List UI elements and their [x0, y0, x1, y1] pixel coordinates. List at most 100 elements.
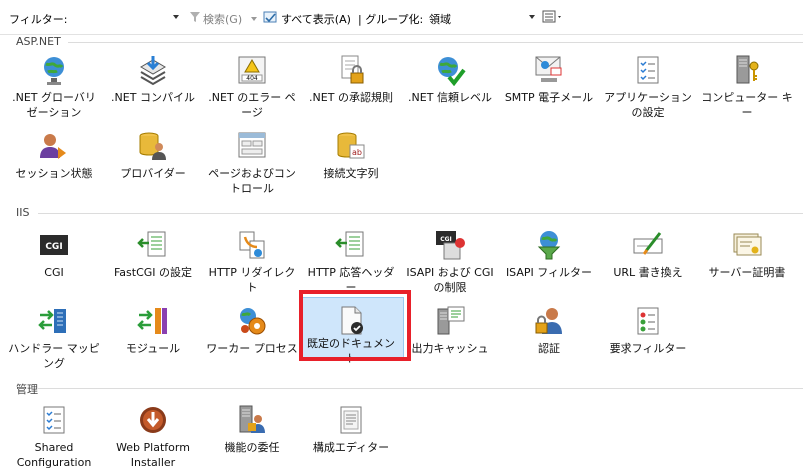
feature-application-settings[interactable]: アプリケーションの設定 [601, 54, 695, 124]
feature-isapi-filters[interactable]: ISAPI フィルター [502, 229, 596, 299]
feature-configuration-editor[interactable]: 構成エディター [304, 404, 398, 474]
feature-http-response-headers[interactable]: HTTP 応答ヘッダー [304, 229, 398, 299]
feature-label: モジュール [125, 342, 181, 355]
feature-smtp-email[interactable]: SMTP 電子メール [502, 54, 596, 124]
feature-authentication[interactable]: 認証 [502, 305, 596, 375]
feature-net-globalization[interactable]: .NET グローバリゼーション [7, 54, 101, 124]
handler-mapping-icon [38, 305, 70, 337]
feature-label: .NET コンパイル [111, 91, 195, 104]
feature-net-error-pages[interactable]: 404 .NET のエラー ページ [205, 54, 299, 124]
database-ab-icon: ab [335, 130, 367, 162]
feature-session-state[interactable]: セッション状態 [7, 130, 101, 200]
modules-icon [137, 305, 169, 337]
filter-toolbar: フィルター: 検索(G) すべて表示(A) | グループ化: 領域 [0, 0, 803, 35]
feature-request-filtering[interactable]: 要求フィルター [601, 305, 695, 375]
group-title-iis: IIS [16, 206, 30, 219]
web-platform-installer-icon [137, 404, 169, 436]
response-headers-icon [335, 229, 367, 261]
svg-text:404: 404 [246, 75, 258, 82]
group-header-management: 管理 [8, 381, 803, 397]
feature-label: Shared Configuration [16, 441, 92, 469]
feature-label: CGI [44, 266, 64, 279]
feature-label: 認証 [538, 342, 560, 355]
certificate-icon [731, 229, 763, 261]
cgi-icon: CGI [38, 229, 70, 261]
view-icon[interactable] [542, 10, 564, 27]
feature-label: ISAPI および CGI の制限 [406, 266, 494, 294]
feature-label: Web Platform Installer [116, 441, 190, 469]
feature-web-platform-installer[interactable]: Web Platform Installer [106, 404, 200, 474]
show-all-button[interactable]: すべて表示(A) [281, 11, 351, 27]
database-users-icon [137, 130, 169, 162]
feature-label: アプリケーションの設定 [604, 91, 692, 119]
globe-icon [38, 54, 70, 86]
feature-providers[interactable]: プロバイダー [106, 130, 200, 200]
search-button[interactable]: 検索(G) [203, 11, 242, 27]
feature-label: プロバイダー [120, 167, 186, 180]
config-editor-icon [335, 404, 367, 436]
feature-label: 機能の委任 [224, 441, 280, 454]
feature-fastcgi-settings[interactable]: FastCGI の設定 [106, 229, 200, 299]
feature-net-compilation[interactable]: .NET コンパイル [106, 54, 200, 124]
group-divider [38, 213, 803, 214]
stack-download-icon [137, 54, 169, 86]
fastcgi-icon [137, 229, 169, 261]
request-filter-icon [632, 305, 664, 337]
feature-handler-mappings[interactable]: ハンドラー マッピング [7, 305, 101, 375]
filter-input[interactable] [64, 8, 182, 26]
authentication-icon [533, 305, 565, 337]
mail-icon [533, 54, 565, 86]
server-key-icon [731, 54, 763, 86]
feature-label: .NET の承認規則 [309, 91, 393, 104]
feature-label: .NET のエラー ページ [208, 91, 296, 119]
feature-worker-processes[interactable]: ワーカー プロセス [205, 305, 299, 375]
feature-label: FastCGI の設定 [113, 266, 193, 279]
feature-delegation[interactable]: 機能の委任 [205, 404, 299, 474]
redirect-icon [236, 229, 268, 261]
feature-output-caching[interactable]: 出力キャッシュ [403, 305, 497, 375]
feature-label: SMTP 電子メール [504, 91, 594, 104]
chevron-down-icon[interactable] [251, 17, 257, 21]
feature-label: セッション状態 [15, 167, 93, 180]
feature-modules[interactable]: モジュール [106, 305, 200, 375]
feature-label: 構成エディター [312, 441, 390, 454]
feature-connection-strings[interactable]: ab 接続文字列 [304, 130, 398, 200]
chevron-down-icon[interactable] [173, 15, 179, 19]
feature-label: ワーカー プロセス [206, 342, 298, 355]
feature-url-rewrite[interactable]: URL 書き換え [601, 229, 695, 299]
feature-shared-configuration[interactable]: Shared Configuration [7, 404, 101, 474]
feature-http-redirect[interactable]: HTTP リダイレクト [205, 229, 299, 299]
group-by-select[interactable]: 領域 [424, 8, 540, 26]
group-title-management: 管理 [16, 383, 38, 396]
feature-machine-key[interactable]: コンピューター キー [700, 54, 794, 124]
feature-isapi-cgi-restrictions[interactable]: CGI ISAPI および CGI の制限 [403, 229, 497, 299]
worker-process-icon [236, 305, 268, 337]
feature-label: コンピューター キー [701, 91, 793, 119]
selection-outline [299, 290, 411, 361]
group-by-label: | グループ化: [358, 13, 424, 26]
feature-label: 要求フィルター [609, 342, 687, 355]
group-divider [38, 388, 803, 389]
group-title-aspnet: ASP.NET [16, 35, 61, 48]
funnel-icon [189, 11, 201, 26]
svg-text:CGI: CGI [45, 242, 62, 252]
feature-net-authorization-rules[interactable]: .NET の承認規則 [304, 54, 398, 124]
svg-text:ab: ab [352, 148, 362, 157]
group-header-iis: IIS [8, 206, 803, 222]
feature-label: ハンドラー マッピング [8, 342, 100, 370]
globe-check-icon [434, 54, 466, 87]
feature-label: 接続文字列 [323, 167, 379, 180]
feature-server-certificates[interactable]: サーバー証明書 [700, 229, 794, 299]
svg-text:CGI: CGI [440, 236, 452, 243]
form-icon [236, 130, 268, 162]
group-divider [68, 42, 803, 43]
feature-label: サーバー証明書 [708, 266, 786, 279]
feature-pages-controls[interactable]: ページおよびコントロール [205, 130, 299, 200]
isapi-cgi-icon: CGI [434, 229, 466, 261]
url-rewrite-icon [632, 229, 664, 261]
feature-cgi[interactable]: CGI CGI [7, 229, 101, 299]
feature-net-trust-levels[interactable]: .NET 信頼レベル [403, 54, 497, 124]
feature-label: ページおよびコントロール [208, 167, 296, 195]
chevron-down-icon[interactable] [529, 15, 535, 19]
feature-label: 出力キャッシュ [411, 342, 489, 355]
